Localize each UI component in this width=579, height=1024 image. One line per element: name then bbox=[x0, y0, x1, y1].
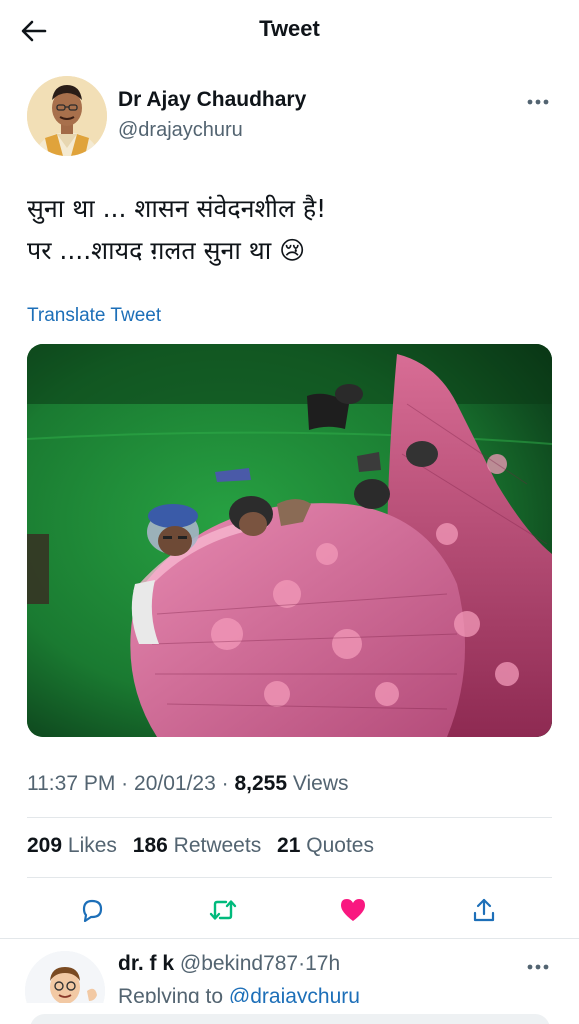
tweet-text: सुना था ... शासन संवेदनशील है! पर ....शा… bbox=[27, 188, 552, 272]
share-icon bbox=[473, 898, 495, 922]
reply-button[interactable] bbox=[76, 894, 108, 926]
top-bar: Tweet bbox=[0, 0, 579, 62]
retweet-button[interactable] bbox=[207, 894, 239, 926]
views-label[interactable]: Views bbox=[293, 772, 349, 795]
translate-tweet-link[interactable]: Translate Tweet bbox=[27, 305, 161, 327]
more-horizontal-icon bbox=[527, 99, 549, 105]
tweet-time: 11:37 PM bbox=[27, 772, 116, 795]
retweets-stat[interactable]: 186 Retweets bbox=[133, 834, 261, 857]
likes-label: Likes bbox=[67, 834, 117, 857]
heart-icon bbox=[341, 899, 365, 921]
tweet-date: 20/01/23 bbox=[134, 772, 216, 795]
tweet-meta: 11:37 PM · 20/01/23 · 8,255 Views bbox=[27, 772, 349, 796]
divider bbox=[27, 877, 552, 878]
tweet-media-photo[interactable] bbox=[27, 344, 552, 737]
reply-author-name[interactable]: dr. f k bbox=[118, 952, 174, 975]
quotes-label: Quotes bbox=[306, 834, 374, 857]
avatar-portrait bbox=[27, 76, 107, 156]
retweets-label: Retweets bbox=[173, 834, 262, 857]
author-avatar[interactable] bbox=[27, 76, 107, 156]
tweet-text-line: सुना था ... शासन संवेदनशील है! bbox=[27, 194, 327, 223]
reply-header: dr. f k @bekind787·17h bbox=[118, 952, 340, 976]
likes-count: 209 bbox=[27, 834, 63, 857]
divider bbox=[27, 817, 552, 818]
separator-dot: · bbox=[221, 772, 229, 795]
like-button[interactable] bbox=[337, 894, 369, 926]
reply-time: 17h bbox=[305, 952, 341, 975]
reply-composer[interactable] bbox=[30, 1014, 550, 1024]
page-title: Tweet bbox=[259, 16, 320, 41]
more-options-button[interactable] bbox=[525, 90, 551, 114]
separator-dot: · bbox=[121, 772, 129, 795]
likes-stat[interactable]: 209 Likes bbox=[27, 834, 117, 857]
quotes-stat[interactable]: 21 Quotes bbox=[277, 834, 374, 857]
retweet-icon bbox=[209, 900, 237, 920]
tweet-text-line: पर ....शायद ग़लत सुना था 😢 bbox=[27, 236, 306, 265]
author-handle[interactable]: @drajaychuru bbox=[118, 119, 243, 142]
share-button[interactable] bbox=[468, 894, 500, 926]
tweet-action-bar bbox=[27, 888, 552, 928]
views-count: 8,255 bbox=[234, 772, 288, 795]
reply-icon bbox=[82, 899, 103, 922]
reply-author-handle[interactable]: @bekind787 bbox=[180, 952, 298, 975]
retweets-count: 186 bbox=[132, 834, 168, 857]
more-horizontal-icon bbox=[527, 964, 549, 970]
photo-policemen-sleeping-under-quilts bbox=[27, 344, 552, 737]
reply-more-options-button[interactable] bbox=[525, 955, 551, 979]
quotes-count: 21 bbox=[277, 834, 301, 857]
tweet-stats: 209 Likes 186 Retweets 21 Quotes bbox=[27, 834, 384, 858]
tweet-author: Dr Ajay Chaudhary @drajaychuru bbox=[27, 76, 557, 156]
author-name[interactable]: Dr Ajay Chaudhary bbox=[118, 88, 306, 112]
